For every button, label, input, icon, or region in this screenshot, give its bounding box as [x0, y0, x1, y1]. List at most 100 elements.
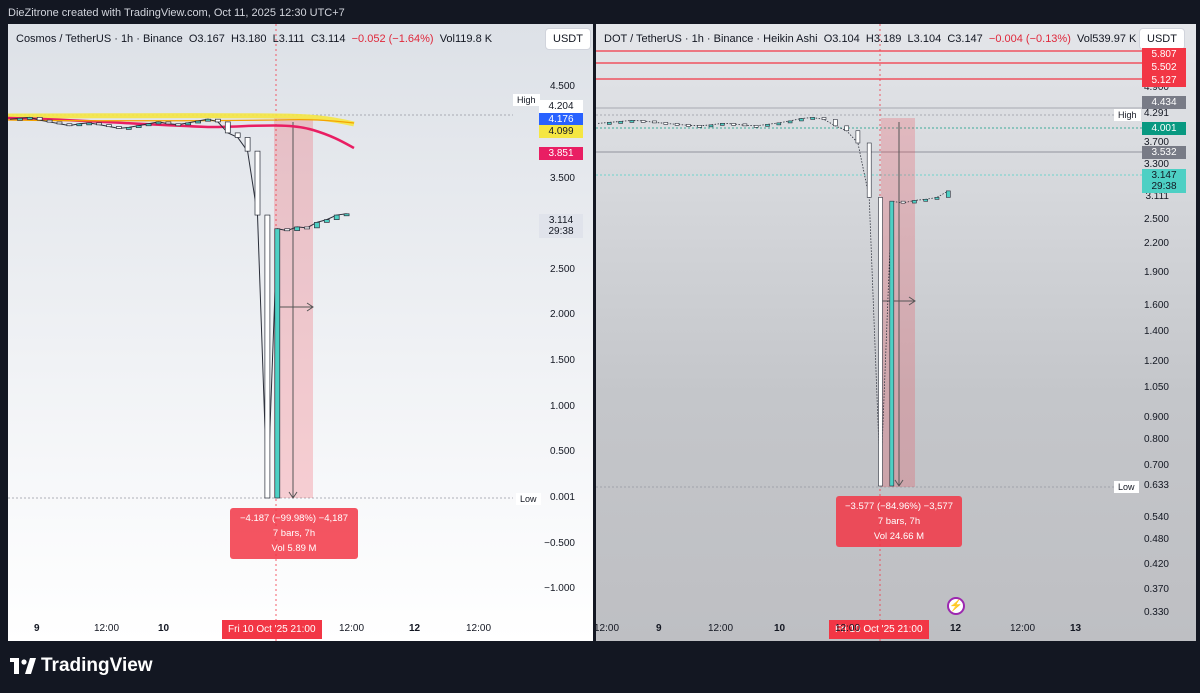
y-axis-tick-label: 0.500 — [549, 446, 575, 458]
price-candle — [833, 119, 838, 127]
measure-bars: 7 bars, 7h — [272, 528, 316, 539]
symbol-title[interactable]: DOT / TetherUS · 1h · Binance · Heikin A… — [604, 33, 818, 45]
price-candle — [314, 222, 320, 229]
price-tag: 3.532 — [1142, 146, 1186, 159]
price-candle — [686, 124, 691, 127]
dot-chart-panel[interactable]: DOT / TetherUS · 1h · Binance · Heikin A… — [596, 24, 1196, 641]
y-axis-tick-label: 2.200 — [1143, 238, 1169, 249]
price-candle — [945, 190, 951, 198]
high-label: H — [231, 33, 239, 45]
price-candle — [821, 117, 827, 120]
price-candle — [96, 122, 102, 126]
y-axis-tick-label: 0.800 — [1143, 434, 1169, 445]
price-candle — [889, 200, 895, 487]
y-axis-tick-label: 0.540 — [1143, 512, 1169, 523]
price-candle — [274, 228, 281, 499]
price-candle — [934, 197, 940, 200]
y-axis-tick-label: 1.600 — [1143, 300, 1169, 311]
price-candle — [720, 123, 725, 126]
change-value: −0.052 (−1.64%) — [351, 33, 434, 45]
y-axis-tick-label: 0.700 — [1143, 460, 1169, 471]
cosmos-chart-panel[interactable]: Cosmos / TetherUS · 1h · Binance O3.167 … — [8, 24, 593, 641]
x-axis-time-label: 9 — [34, 623, 40, 634]
price-candle — [878, 197, 883, 487]
low-value: 3.104 — [913, 33, 942, 45]
high-value: 3.189 — [873, 33, 902, 45]
y-axis-tick-label: 0.900 — [1143, 412, 1169, 423]
price-tag: 29:38 — [1142, 180, 1186, 193]
dot-legend: DOT / TetherUS · 1h · Binance · Heikin A… — [604, 33, 1136, 45]
dot-price-plot[interactable] — [596, 24, 1196, 641]
symbol-title[interactable]: Cosmos / TetherUS · 1h · Binance — [16, 33, 183, 45]
price-candle — [145, 123, 152, 127]
y-axis-tick-label: 1.400 — [1143, 326, 1169, 337]
y-axis-tick-label: 0.633 — [1143, 480, 1169, 491]
price-candle — [56, 121, 63, 125]
price-candle — [26, 117, 33, 120]
price-candle — [185, 122, 192, 126]
x-axis-time-label: 10 — [774, 623, 786, 634]
x-axis-time-label: 12:00 — [94, 623, 120, 634]
price-candle — [294, 226, 300, 231]
price-candle — [343, 213, 350, 217]
close-value: 3.147 — [955, 33, 983, 45]
measure-volume: Vol 5.89 M — [271, 543, 317, 554]
y-axis-tick-label: 0.480 — [1143, 534, 1169, 545]
price-candle — [165, 121, 172, 125]
currency-button[interactable]: USDT — [545, 28, 591, 50]
y-axis-tick-label: 4.291 — [1143, 108, 1169, 119]
price-candle — [742, 123, 748, 127]
price-candle — [215, 118, 221, 123]
x-axis-time-label: 12:00 — [1010, 623, 1036, 634]
price-candle — [125, 127, 132, 130]
volume-value: 539.97 K — [1092, 33, 1137, 45]
price-tag: 4.204 — [539, 100, 583, 113]
price-candle — [765, 124, 770, 127]
volume-label: Vol — [1077, 33, 1093, 45]
price-candle — [175, 123, 182, 127]
y-axis-tick-label: 2.000 — [549, 309, 575, 321]
tradingview-branding[interactable]: TradingView — [10, 655, 153, 677]
price-tag: 3.851 — [539, 147, 583, 160]
measure-range-shade — [881, 118, 915, 487]
high-label: H — [865, 33, 874, 45]
price-tag: 29:38 — [539, 225, 583, 238]
price-candle — [205, 118, 211, 122]
price-candle — [17, 117, 23, 121]
open-label: O — [823, 33, 833, 45]
lightning-icon[interactable]: ⚡ — [947, 597, 965, 615]
price-tag: 5.127 — [1142, 74, 1186, 87]
price-candle — [708, 124, 714, 128]
y-axis-tick-label: 2.500 — [1143, 214, 1169, 225]
price-candle — [810, 117, 815, 120]
price-candle — [333, 214, 340, 220]
cosmos-legend: Cosmos / TetherUS · 1h · Binance O3.167 … — [16, 33, 492, 45]
price-candle — [264, 214, 271, 499]
price-candle — [652, 120, 657, 124]
volume-label: Vol — [439, 33, 455, 45]
price-candle — [234, 132, 241, 138]
close-label: C — [310, 33, 319, 45]
price-candle — [799, 118, 804, 122]
price-candle — [640, 120, 646, 123]
y-axis-tick-label: 1.000 — [549, 400, 575, 412]
currency-button[interactable]: USDT — [1139, 28, 1185, 50]
price-candle — [195, 120, 201, 124]
price-candle — [674, 123, 680, 126]
price-tag: 4.001 — [1142, 122, 1186, 135]
price-tag: 4.099 — [539, 125, 583, 138]
price-candle — [900, 200, 906, 204]
price-candle — [254, 150, 261, 216]
volume-value: 119.8 K — [454, 33, 493, 45]
y-axis-tick-label: 0.420 — [1143, 559, 1169, 570]
open-value: 3.167 — [197, 33, 225, 45]
price-candle — [787, 120, 793, 124]
y-axis-tick-label: 0.001 — [549, 492, 575, 503]
price-candle — [304, 226, 310, 230]
price-candle — [135, 125, 142, 128]
price-candle — [155, 121, 162, 125]
price-candle — [697, 125, 702, 128]
high-value: 3.180 — [239, 33, 267, 45]
price-tag: 5.807 — [1142, 48, 1186, 61]
measure-tooltip: −4.187 (−99.98%) −4,187 7 bars, 7h Vol 5… — [230, 508, 358, 559]
